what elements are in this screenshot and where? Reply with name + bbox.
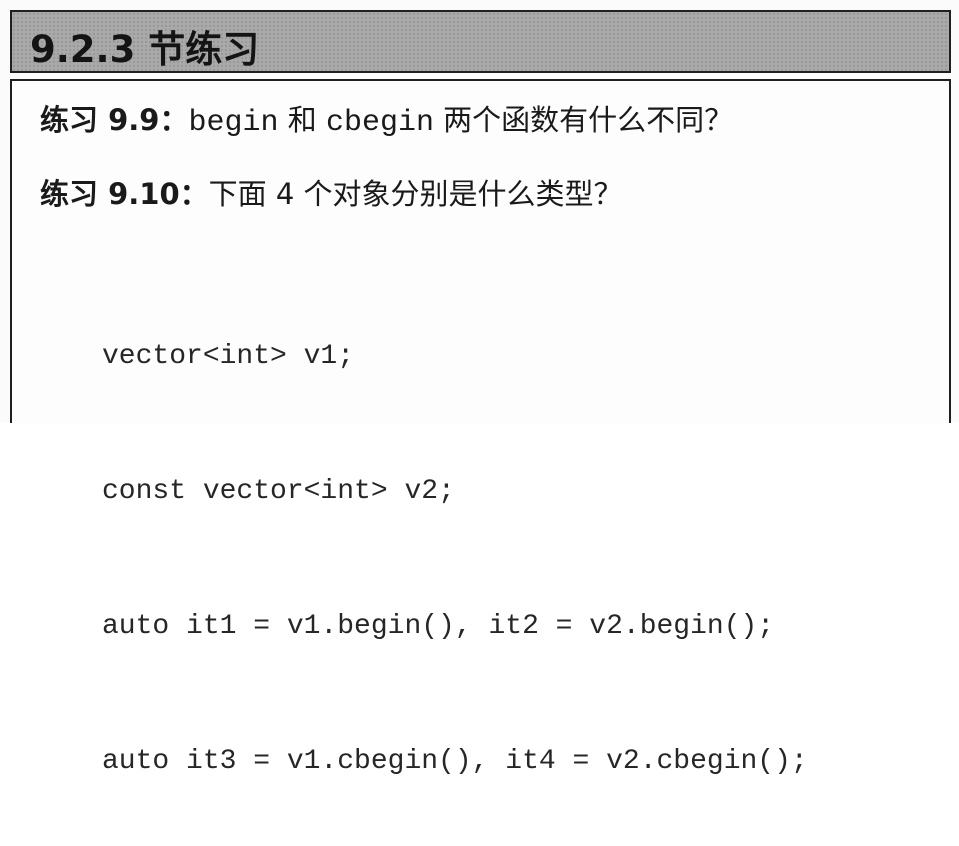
exercise-9-10: 练习 9.10：下面 4 个对象分别是什么类型？ — [40, 171, 623, 213]
exercise-label: 练习 9.9： — [40, 103, 189, 137]
inline-code: cbegin — [325, 106, 434, 140]
section-header: 9.2.3 节练习 — [10, 10, 951, 73]
question-text: 两个函数有什么不同？ — [433, 103, 734, 137]
exercise-label: 练习 9.10： — [40, 177, 209, 211]
inline-code: begin — [188, 106, 279, 140]
code-block: vector<int> v1; const vector<int> v2; au… — [102, 244, 808, 846]
exercise-page: 9.2.3 节练习 练习 9.9：begin 和 cbegin 两个函数有什么不… — [0, 0, 959, 777]
section-title: 9.2.3 节练习 — [30, 28, 260, 71]
code-line: vector<int> v1; — [102, 341, 355, 372]
code-line: const vector<int> v2; — [102, 476, 455, 507]
code-line: auto it3 = v1.cbegin(), it4 = v2.cbegin(… — [102, 746, 808, 777]
exercise-9-9: 练习 9.9：begin 和 cbegin 两个函数有什么不同？ — [40, 97, 733, 140]
exercise-box: 练习 9.9：begin 和 cbegin 两个函数有什么不同？ 练习 9.10… — [10, 79, 951, 777]
code-line: auto it1 = v1.begin(), it2 = v2.begin(); — [102, 611, 775, 642]
question-text: 和 — [278, 103, 326, 137]
question-text: 下面 4 个对象分别是什么类型？ — [208, 177, 623, 211]
